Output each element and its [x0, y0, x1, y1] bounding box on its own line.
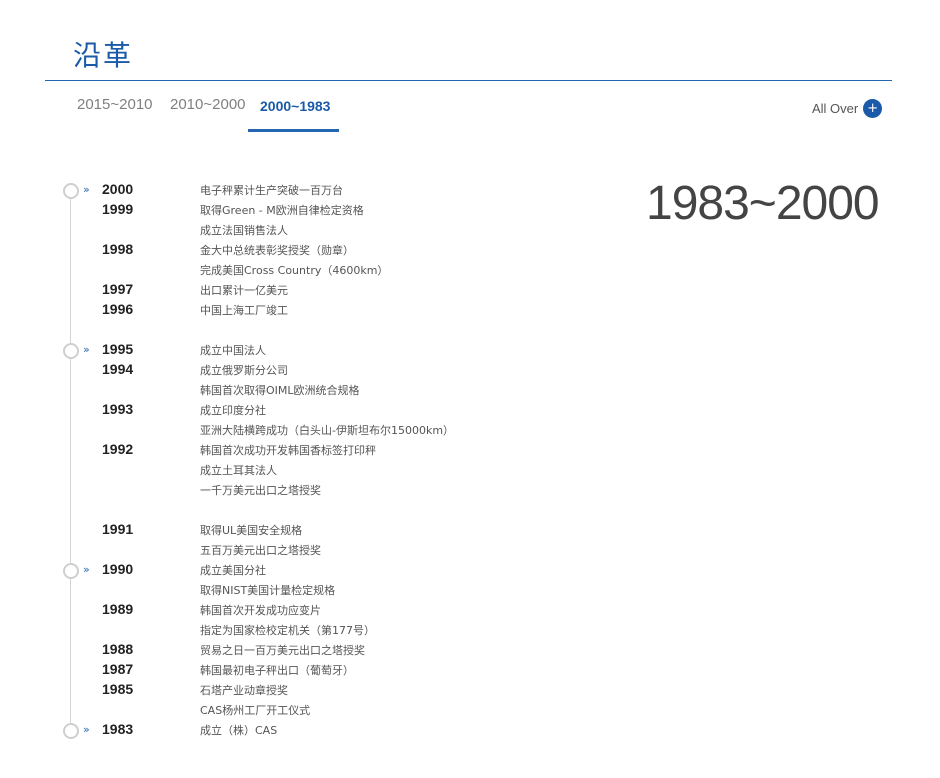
event-text: CAS杨州工厂开工仪式	[200, 704, 311, 717]
year-label: 1988	[102, 641, 134, 657]
year-label: 1989	[102, 601, 134, 617]
year-label: 1990	[102, 561, 134, 577]
chevron-right-icon: »	[83, 563, 90, 576]
year-label: 1983	[102, 721, 134, 737]
timeline-line	[70, 190, 71, 730]
event-text: 成立（株）CAS	[200, 724, 278, 737]
event-text: 成立印度分社	[200, 404, 266, 417]
tab-2015-2010[interactable]: 2015~2010	[77, 96, 153, 113]
year-label: 1996	[102, 301, 134, 317]
chevron-right-icon: »	[83, 343, 90, 356]
year-label: 1987	[102, 661, 134, 677]
event-text: 成立中国法人	[200, 344, 266, 357]
event-text: 石塔产业动章授奖	[200, 684, 288, 697]
page-title: 沿革	[73, 39, 134, 72]
active-tab-indicator	[248, 129, 339, 132]
plus-circle-icon: +	[863, 98, 883, 118]
event-text: 贸易之日一百万美元出口之塔授奖	[200, 644, 365, 657]
event-text: 取得UL美国安全规格	[200, 524, 303, 537]
timeline-dot	[63, 723, 79, 739]
event-text: 取得Green - M欧洲自律检定资格	[200, 204, 364, 217]
timeline-dot	[63, 343, 79, 359]
event-text: 韩国最初电子秤出口（葡萄牙）	[200, 664, 354, 677]
year-label: 1994	[102, 361, 134, 377]
timeline-dot	[63, 563, 79, 579]
range-heading: 1983~2000	[646, 177, 880, 230]
year-label: 1995	[102, 341, 134, 357]
event-text: 成立美国分社	[200, 564, 266, 577]
year-label: 1999	[102, 201, 134, 217]
event-text: 完成美国Cross Country（4600km）	[200, 264, 389, 277]
tab-2010-2000[interactable]: 2010~2000	[170, 96, 246, 113]
all-over-button[interactable]: All Over +	[812, 98, 883, 118]
event-text: 韩国首次开发成功应变片	[200, 604, 321, 617]
event-text: 一千万美元出口之塔授奖	[200, 484, 321, 497]
event-text: 成立法国销售法人	[200, 224, 288, 237]
year-label: 1985	[102, 681, 134, 697]
title-divider	[45, 80, 892, 81]
event-text: 五百万美元出口之塔授奖	[200, 544, 321, 557]
year-label: 1997	[102, 281, 134, 297]
event-text: 指定为国家检校定机关（第177号）	[200, 624, 375, 637]
tab-2000-1983[interactable]: 2000~1983	[260, 98, 330, 114]
year-label: 2000	[102, 181, 134, 197]
event-text: 亚洲大陆横跨成功（白头山-伊斯坦布尔15000km）	[200, 424, 455, 437]
chevron-right-icon: »	[83, 723, 90, 736]
all-over-label: All Over	[812, 100, 859, 116]
chevron-right-icon: »	[83, 183, 90, 196]
event-text: 金大中总统表彰奖授奖（勋章）	[200, 244, 354, 257]
year-label: 1992	[102, 441, 134, 457]
event-text: 电子秤累计生产突破一百万台	[200, 184, 343, 197]
event-text: 韩国首次取得OIML欧洲统合规格	[200, 384, 360, 397]
timeline-dot	[63, 183, 79, 199]
year-label: 1998	[102, 241, 134, 257]
event-text: 成立土耳其法人	[200, 464, 277, 477]
year-label: 1993	[102, 401, 134, 417]
year-label: 1991	[102, 521, 134, 537]
event-text: 成立俄罗斯分公司	[200, 364, 288, 377]
event-text: 出口累计一亿美元	[200, 284, 288, 297]
event-text: 取得NIST美国计量检定规格	[200, 584, 336, 597]
event-text: 中国上海工厂竣工	[200, 304, 288, 317]
event-text: 韩国首次成功开发韩国香标签打印秤	[200, 444, 376, 457]
